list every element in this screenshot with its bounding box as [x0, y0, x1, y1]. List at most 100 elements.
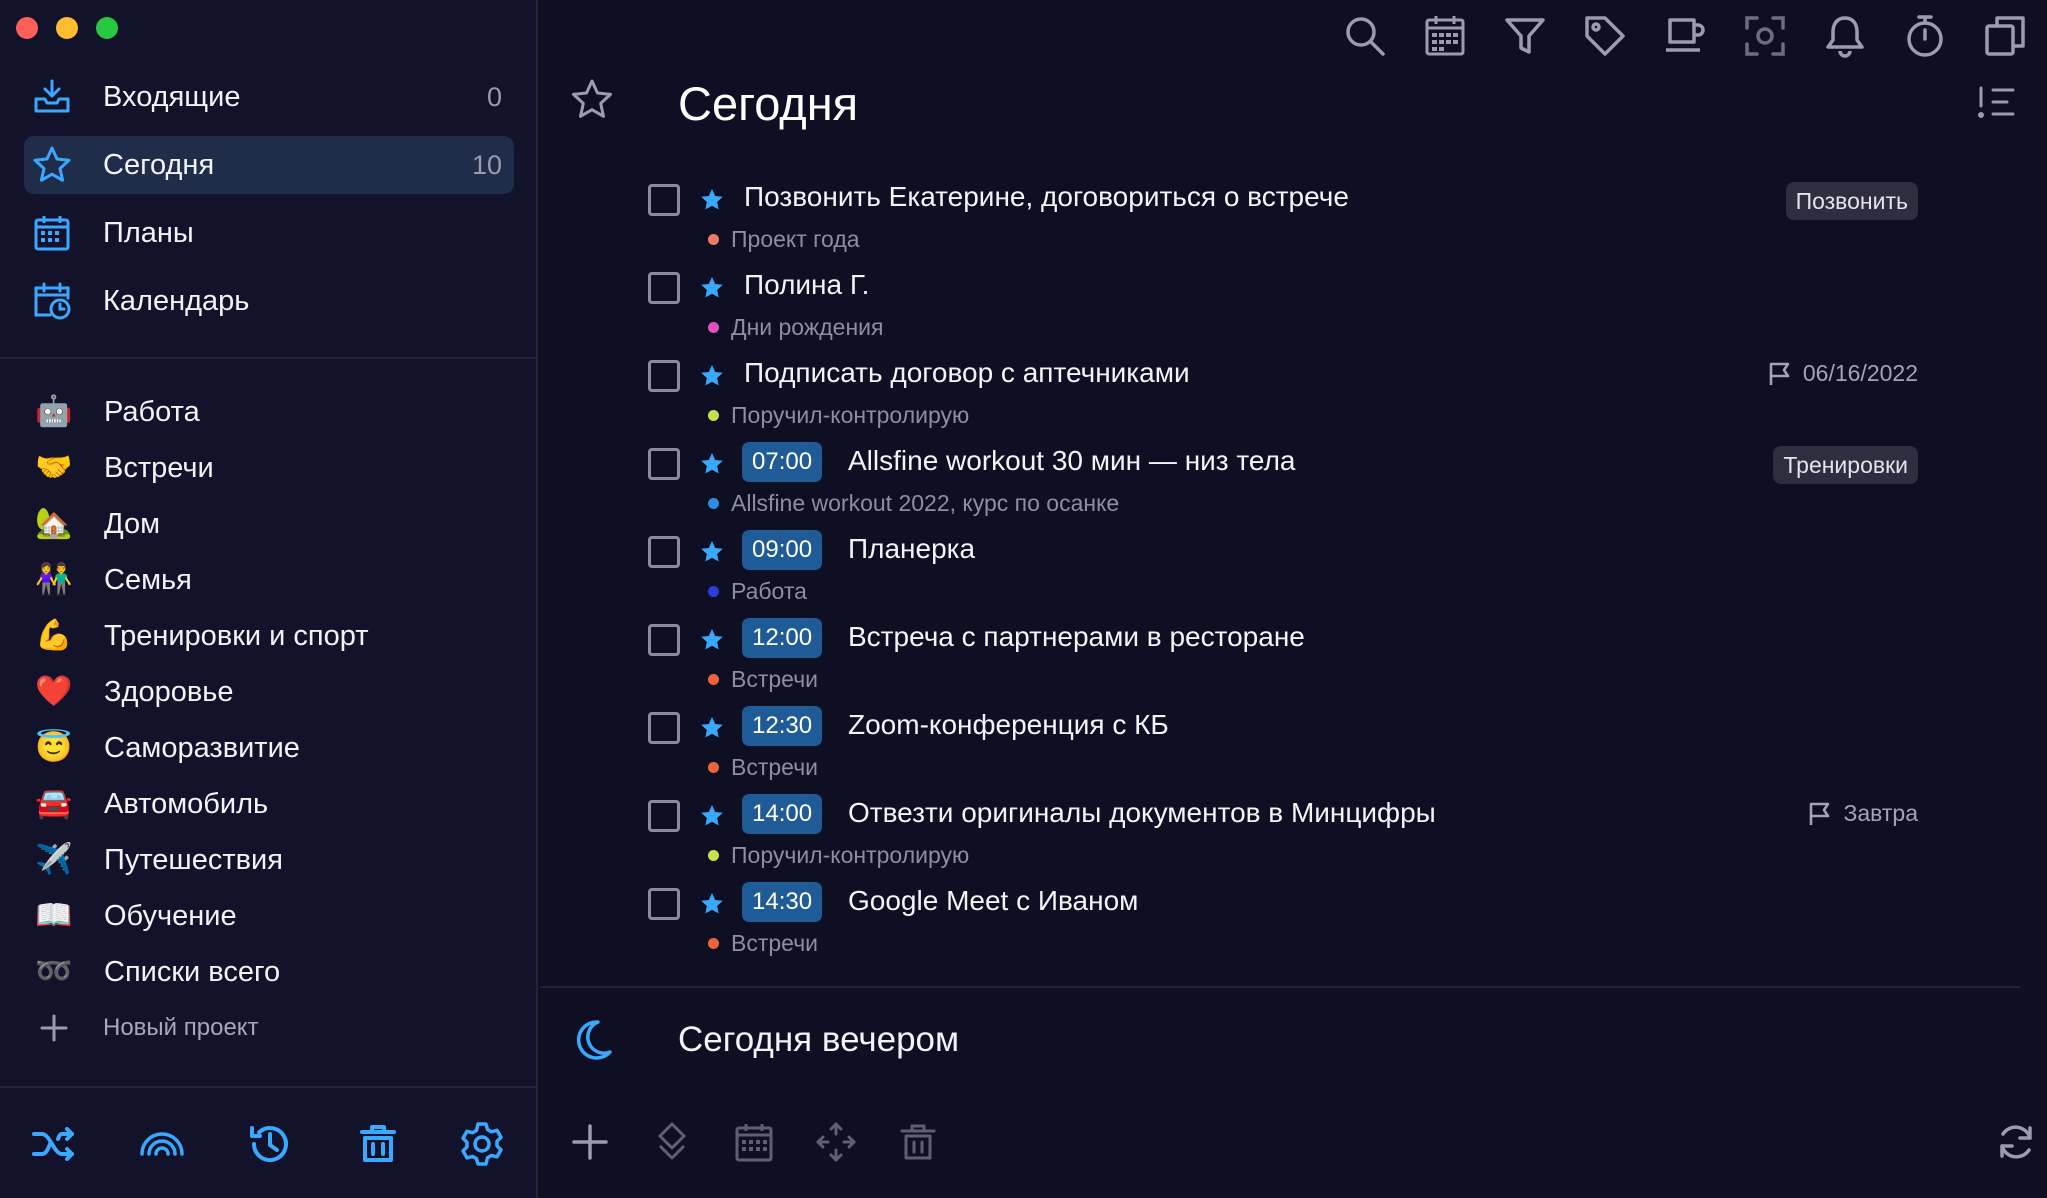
- focus-icon[interactable]: [1741, 12, 1789, 60]
- task-checkbox[interactable]: [648, 360, 680, 392]
- sidebar-project-family[interactable]: 👫 Семья: [24, 552, 514, 608]
- project-color-dot: [708, 674, 719, 685]
- star-icon[interactable]: [700, 364, 724, 388]
- task-checkbox[interactable]: [648, 536, 680, 568]
- star-icon[interactable]: [700, 892, 724, 916]
- task-project-label: Поручил-контролирую: [731, 842, 970, 868]
- sidebar-project-travel[interactable]: ✈️ Путешествия: [24, 832, 514, 888]
- task-title: Zoom-конференция с КБ: [848, 709, 1169, 740]
- plus-icon[interactable]: [568, 1120, 612, 1164]
- project-color-dot: [708, 410, 719, 421]
- heart-icon: ❤️: [35, 675, 73, 708]
- task-checkbox[interactable]: [648, 448, 680, 480]
- trash-icon[interactable]: [896, 1120, 940, 1164]
- count-badge: 0: [486, 81, 502, 112]
- calendar-icon[interactable]: [732, 1120, 776, 1164]
- sidebar-project-home[interactable]: 🏡 Дом: [24, 496, 514, 552]
- coffee-cup-icon[interactable]: [1661, 12, 1709, 60]
- search-icon[interactable]: [1341, 12, 1389, 60]
- window-controls: [16, 17, 118, 39]
- move-to-icon[interactable]: [650, 1120, 694, 1164]
- sidebar-item-label: Календарь: [103, 284, 250, 317]
- sidebar-project-health[interactable]: ❤️ Здоровье: [24, 664, 514, 720]
- star-icon[interactable]: [700, 804, 724, 828]
- sidebar-project-selfdev[interactable]: 😇 Саморазвитие: [24, 720, 514, 776]
- task-due-date[interactable]: 06/16/2022: [1767, 360, 1918, 387]
- task-row[interactable]: 09:00 Планерка Работа: [648, 528, 1918, 616]
- task-project: Встречи: [708, 666, 818, 693]
- rainbow-icon[interactable]: [138, 1120, 186, 1168]
- sidebar-project-meetings[interactable]: 🤝 Встречи: [24, 440, 514, 496]
- star-icon[interactable]: [700, 716, 724, 740]
- trash-icon[interactable]: [354, 1120, 402, 1168]
- sidebar-project-sport[interactable]: 💪 Тренировки и спорт: [24, 608, 514, 664]
- task-project-label: Дни рождения: [731, 314, 884, 340]
- sidebar-item-inbox[interactable]: Входящие 0: [24, 68, 514, 126]
- task-due-date[interactable]: Завтра: [1807, 800, 1918, 827]
- task-checkbox[interactable]: [648, 184, 680, 216]
- star-icon: [572, 79, 612, 118]
- task-row[interactable]: 14:30 Google Meet с Иваном Встречи: [648, 880, 1918, 968]
- shuffle-icon[interactable]: [30, 1120, 78, 1168]
- task-row[interactable]: 12:00 Встреча с партнерами в ресторане В…: [648, 616, 1918, 704]
- bell-icon[interactable]: [1821, 12, 1869, 60]
- star-icon[interactable]: [700, 540, 724, 564]
- star-icon[interactable]: [700, 628, 724, 652]
- task-project: Поручил-контролирую: [708, 402, 969, 429]
- task-title: Планерка: [848, 533, 976, 564]
- timer-icon[interactable]: [1901, 12, 1949, 60]
- history-icon[interactable]: [246, 1120, 294, 1168]
- task-row[interactable]: Полина Г. Дни рождения: [648, 264, 1918, 352]
- task-project: Проект года: [708, 226, 860, 253]
- task-checkbox[interactable]: [648, 888, 680, 920]
- task-row[interactable]: 14:00 Отвезти оригиналы документов в Мин…: [648, 792, 1918, 880]
- duplicate-window-icon[interactable]: [1981, 12, 2029, 60]
- sidebar-item-calendar[interactable]: Календарь: [24, 272, 514, 330]
- task-project: Встречи: [708, 930, 818, 957]
- zoom-window-button[interactable]: [96, 17, 118, 39]
- couple-icon: 👫: [35, 563, 73, 596]
- sidebar-project-work[interactable]: 🤖 Работа: [24, 384, 514, 440]
- star-icon[interactable]: [700, 452, 724, 476]
- project-label: Списки всего: [104, 955, 281, 988]
- sync-icon[interactable]: [1994, 1120, 2038, 1164]
- count-badge: 10: [471, 149, 502, 180]
- sidebar-item-today[interactable]: Сегодня 10: [24, 136, 514, 194]
- sort-icon[interactable]: [1977, 84, 2017, 120]
- project-color-dot: [708, 938, 719, 949]
- minimize-window-button[interactable]: [56, 17, 78, 39]
- gear-icon[interactable]: [458, 1120, 506, 1168]
- task-project: Поручил-контролирую: [708, 842, 969, 869]
- new-project-button[interactable]: Новый проект: [24, 1000, 514, 1056]
- inbox-icon: [34, 79, 70, 113]
- task-row[interactable]: Подписать договор с аптечниками Поручил-…: [648, 352, 1918, 440]
- sidebar-project-learning[interactable]: 📖 Обучение: [24, 888, 514, 944]
- project-color-dot: [708, 234, 719, 245]
- project-color-dot: [708, 322, 719, 333]
- star-icon[interactable]: [700, 276, 724, 300]
- task-row[interactable]: 07:00 Allsfine workout 30 мин — низ тела…: [648, 440, 1918, 528]
- sidebar: Входящие 0 Сегодня 10 Планы Календарь 🤖 …: [0, 0, 538, 1198]
- task-tag[interactable]: Тренировки: [1773, 446, 1918, 484]
- task-time-badge: 09:00: [742, 530, 823, 570]
- calendar-icon[interactable]: [1421, 12, 1469, 60]
- tag-icon[interactable]: [1581, 12, 1629, 60]
- sidebar-project-car[interactable]: 🚘 Автомобиль: [24, 776, 514, 832]
- task-row[interactable]: 12:30 Zoom-конференция с КБ Встречи: [648, 704, 1918, 792]
- task-project-label: Проект года: [731, 226, 860, 252]
- sidebar-project-lists[interactable]: ➿ Списки всего: [24, 944, 514, 1000]
- task-tag[interactable]: Позвонить: [1785, 182, 1918, 220]
- move-arrows-icon[interactable]: [814, 1120, 858, 1164]
- task-row[interactable]: Позвонить Екатерине, договориться о встр…: [648, 176, 1918, 264]
- task-checkbox[interactable]: [648, 800, 680, 832]
- robot-icon: 🤖: [35, 395, 73, 428]
- filter-icon[interactable]: [1501, 12, 1549, 60]
- close-window-button[interactable]: [16, 17, 38, 39]
- sidebar-item-plans[interactable]: Планы: [24, 204, 514, 262]
- task-checkbox[interactable]: [648, 272, 680, 304]
- sidebar-nav: Входящие 0 Сегодня 10 Планы Календарь: [24, 68, 514, 340]
- task-checkbox[interactable]: [648, 712, 680, 744]
- project-label: Семья: [104, 563, 192, 596]
- star-icon[interactable]: [700, 188, 724, 212]
- task-checkbox[interactable]: [648, 624, 680, 656]
